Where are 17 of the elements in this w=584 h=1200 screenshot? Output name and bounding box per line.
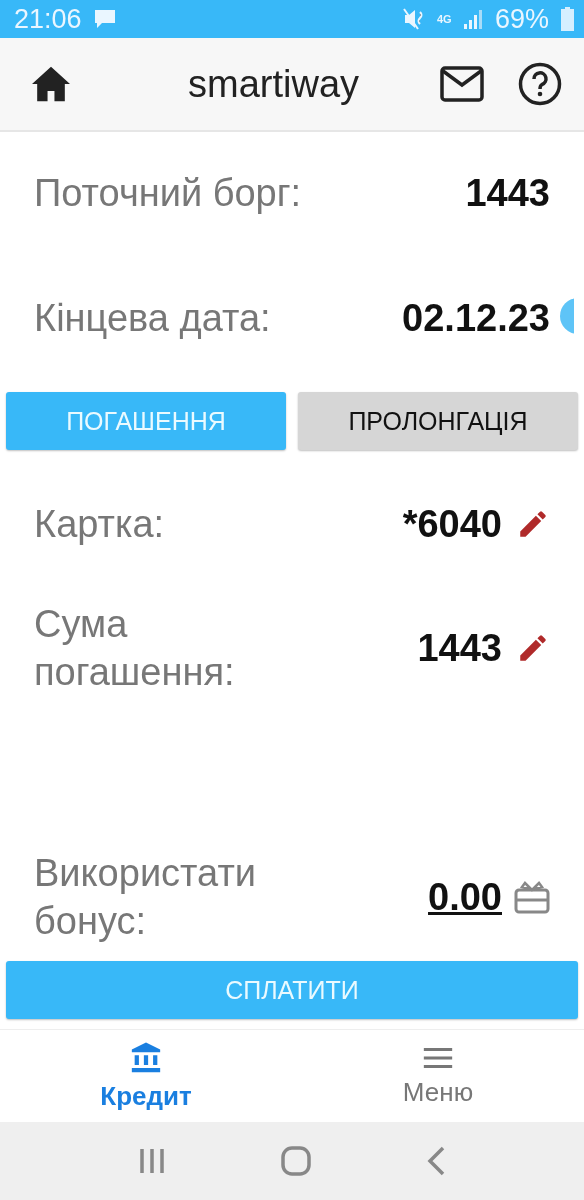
tab[interactable]: ПРОЛОНГАЦІЯ: [298, 392, 578, 450]
debt-label: Поточний борг:: [34, 171, 302, 216]
card-label: Картка:: [34, 502, 165, 547]
end-date-value: 02.12.23: [402, 296, 550, 340]
card-number: *6040: [402, 502, 502, 546]
bonus-label: Використати бонус:: [34, 851, 258, 944]
app-title: smartiway: [188, 62, 361, 106]
nav-tab[interactable]: Кредит: [0, 1030, 292, 1122]
bonus-value[interactable]: 0.00: [428, 875, 502, 919]
status-time: 21:06: [14, 3, 82, 35]
debt-value: 1443: [465, 171, 550, 215]
end-date-label: Кінцева дата:: [34, 296, 271, 341]
network-type: 4G: [436, 14, 451, 24]
battery-level: 69%: [494, 3, 549, 35]
amount-label: Сума погашення:: [34, 602, 236, 695]
nav-tab[interactable]: Меню: [292, 1030, 584, 1122]
amount-value: 1443: [417, 626, 502, 670]
